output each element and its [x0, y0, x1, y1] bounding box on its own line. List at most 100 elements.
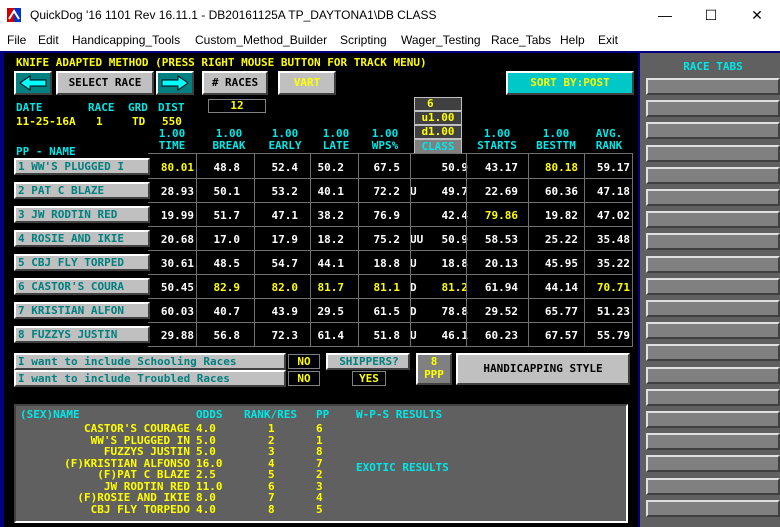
result-odds: 16.0	[196, 456, 223, 470]
col-header-rank[interactable]: AVG. RANK	[588, 128, 630, 152]
factor-d[interactable]: d1.00	[414, 125, 462, 139]
race-tab-button[interactable]	[646, 499, 780, 517]
dog-name-button[interactable]: 1 WW'S PLUGGED I	[14, 158, 150, 175]
cell-clsv: 18.8	[441, 257, 469, 270]
result-odds: 2.5	[196, 468, 216, 481]
menu-scripting[interactable]: Scripting	[340, 33, 387, 47]
result-rank: 8	[268, 502, 275, 516]
cell-wps: 81.1	[373, 281, 401, 294]
race-count-field[interactable]: 12	[208, 99, 266, 113]
row-divider	[148, 178, 632, 179]
menu-custom-method-builder[interactable]: Custom_Method_Builder	[195, 33, 327, 47]
schooling-races-toggle[interactable]: I want to include Schooling Races	[14, 353, 286, 370]
result-name: (F)ROSIE AND IKIE	[77, 491, 190, 504]
cell-break: 56.8	[213, 329, 241, 342]
factor-u[interactable]: u1.00	[414, 111, 462, 125]
cell-best: 25.22	[544, 233, 578, 246]
race-tab-button[interactable]	[646, 411, 780, 428]
dog-name-button[interactable]: 3 JW RODTIN RED	[14, 206, 150, 223]
menu-race-tabs[interactable]: Race_Tabs	[491, 33, 551, 47]
race-tab-button[interactable]	[646, 322, 780, 340]
arrow-right-icon	[161, 75, 189, 91]
race-tab-button[interactable]	[646, 366, 780, 384]
dog-name-button[interactable]: 8 FUZZYS JUSTIN	[14, 326, 150, 343]
race-tab-button[interactable]	[646, 233, 780, 251]
race-tab-button[interactable]	[646, 388, 780, 406]
dog-name-button[interactable]: 5 CBJ FLY TORPED	[14, 254, 150, 271]
class-column-header[interactable]: CLASS	[414, 139, 462, 154]
shippers-toggle[interactable]: SHIPPERS?	[326, 353, 410, 370]
menu-handicapping-tools[interactable]: Handicapping_Tools	[72, 33, 180, 47]
col-header-starts[interactable]: 1.00 STARTS	[468, 128, 526, 152]
race-date: 11-25-16A	[16, 115, 76, 128]
troubled-races-toggle[interactable]: I want to include Troubled Races	[14, 370, 286, 387]
cell-break: 40.7	[213, 305, 241, 318]
select-race-button[interactable]: SELECT RACE	[56, 71, 154, 95]
result-pp: 8	[316, 445, 323, 458]
dog-name-button[interactable]: 2 PAT C BLAZE	[14, 182, 150, 199]
sort-by-button[interactable]: SORT BY:POST	[506, 71, 634, 95]
result-rank: 6	[268, 479, 275, 493]
cell-best: 44.14	[544, 281, 578, 294]
col-header-late[interactable]: 1.00 LATE	[314, 128, 358, 152]
close-button[interactable]: ✕	[734, 0, 780, 30]
race-tab-button[interactable]	[646, 189, 780, 206]
col-header-besttm[interactable]: 1.00 BESTTM	[528, 128, 584, 152]
cell-early: 82.0	[271, 281, 299, 294]
race-tab-button[interactable]	[646, 300, 780, 317]
menu-help[interactable]: Help	[560, 33, 585, 47]
result-odds: 4.0	[196, 502, 216, 516]
dog-name-button[interactable]: 7 KRISTIAN ALFON	[14, 302, 150, 319]
shippers-value[interactable]: YES	[352, 371, 386, 386]
cell-time: 19.99	[160, 209, 194, 222]
races-count-button[interactable]: # RACES	[202, 71, 268, 95]
column-divider	[632, 153, 633, 347]
row-divider	[148, 250, 632, 251]
menu-edit[interactable]: Edit	[38, 33, 59, 47]
troubled-races-value[interactable]: NO	[288, 371, 320, 386]
date-label: DATE	[16, 101, 43, 114]
menu-wager-testing[interactable]: Wager_Testing	[401, 33, 481, 47]
dog-name-button[interactable]: 6 CASTOR'S COURA	[14, 278, 150, 295]
factor-number[interactable]: 6	[414, 97, 462, 111]
dog-name-button[interactable]: 4 ROSIE AND IKIE	[14, 230, 150, 247]
col-header-break[interactable]: 1.00 BREAK	[204, 128, 254, 152]
race-tab-button[interactable]	[646, 144, 780, 162]
race-label: RACE	[88, 101, 115, 114]
result-pp: 2	[316, 468, 323, 481]
cell-rank: 55.79	[596, 329, 630, 342]
race-tab-button[interactable]	[646, 166, 780, 184]
column-divider	[358, 153, 359, 347]
col-header-wps[interactable]: 1.00 WPS%	[362, 128, 408, 152]
cell-cls: U	[410, 257, 417, 270]
race-tab-button[interactable]	[646, 455, 780, 473]
menu-file[interactable]: File	[7, 33, 26, 47]
menu-exit[interactable]: Exit	[598, 33, 618, 47]
result-odds: 4.0	[196, 422, 216, 435]
cell-wps: 18.8	[373, 257, 401, 270]
race-tab-button[interactable]	[646, 277, 780, 295]
result-name: JW RODTIN RED	[103, 479, 190, 493]
maximize-button[interactable]: ☐	[688, 0, 734, 30]
schooling-races-value[interactable]: NO	[288, 354, 320, 369]
result-rank: 2	[268, 433, 275, 447]
cell-time: 60.03	[160, 305, 194, 318]
race-tab-button[interactable]	[646, 344, 780, 362]
col-header-time[interactable]: 1.00 TIME	[150, 128, 194, 152]
ppp-button[interactable]: 8 PPP	[416, 353, 452, 385]
race-tab-button[interactable]	[646, 477, 780, 495]
next-race-button[interactable]	[156, 71, 194, 95]
race-tab-button[interactable]	[646, 255, 780, 273]
col-header-early[interactable]: 1.00 EARLY	[260, 128, 310, 152]
race-tab-button[interactable]	[646, 122, 780, 140]
cell-best: 45.95	[544, 257, 578, 270]
vart-button[interactable]: VART	[278, 71, 336, 95]
minimize-button[interactable]: —	[642, 0, 688, 30]
race-tab-button[interactable]	[646, 100, 780, 118]
handicapping-style-button[interactable]: HANDICAPPING STYLE	[456, 353, 630, 385]
race-tab-button[interactable]	[646, 78, 780, 95]
prev-race-button[interactable]	[14, 71, 52, 95]
race-tab-button[interactable]	[646, 211, 780, 229]
race-tab-button[interactable]	[646, 433, 780, 451]
cell-break: 48.8	[213, 161, 241, 174]
